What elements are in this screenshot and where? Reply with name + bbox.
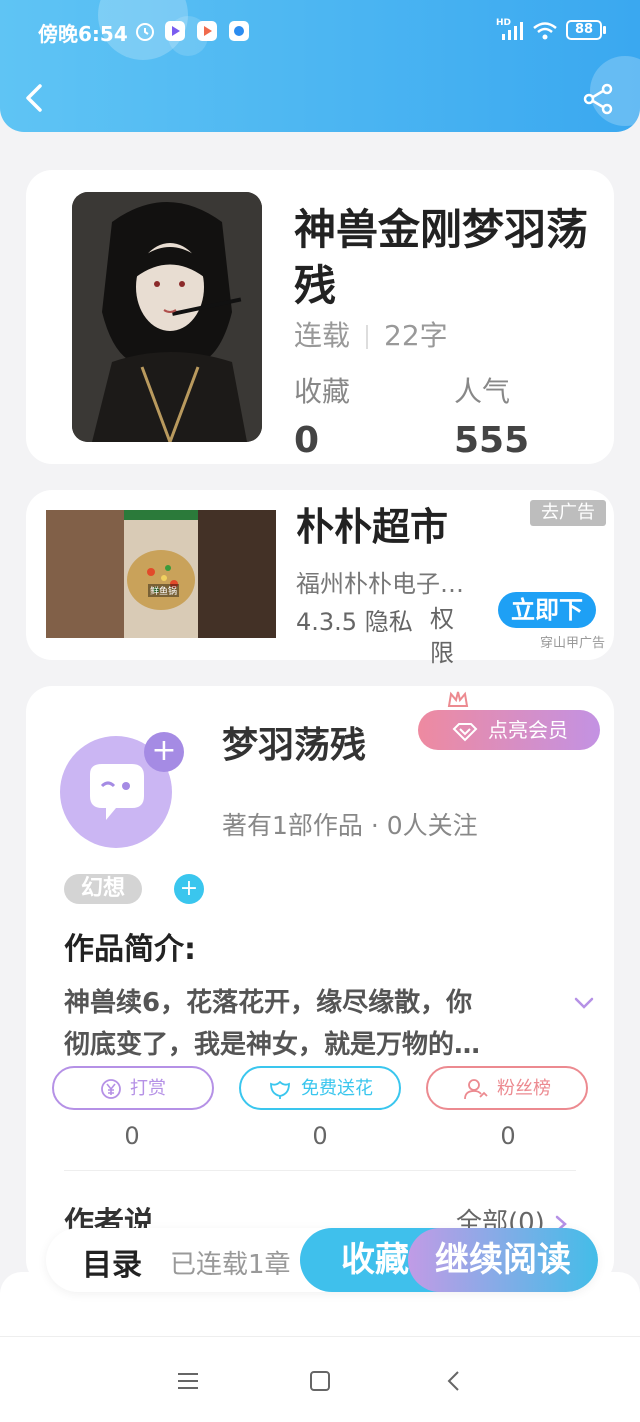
book-info-card: 神兽金刚梦羽荡残 连载 22字 收藏 人气 0 555: [26, 170, 614, 464]
food-photo: [46, 510, 276, 638]
battery-level: 88: [574, 22, 594, 37]
back-button[interactable]: [20, 78, 56, 118]
tip-label: 打赏: [130, 1078, 166, 1099]
ad-company: 福州朴朴电子…: [296, 570, 464, 598]
flower-label: 免费送花: [301, 1078, 373, 1099]
popularity-label: 人气: [454, 375, 511, 408]
ad-title: 朴朴超市: [296, 505, 449, 549]
ad-version-privacy[interactable]: 4.3.5 隐私: [296, 602, 413, 637]
book-cover[interactable]: [72, 192, 262, 442]
send-flower-button[interactable]: 免费送花: [239, 1066, 401, 1110]
ad-source: 穿山甲广告: [540, 636, 606, 651]
chevron-left-icon: [26, 84, 42, 112]
add-tag-button[interactable]: +: [174, 874, 204, 904]
video-app-icon: [165, 21, 185, 41]
share-button[interactable]: [582, 82, 616, 116]
book-status: 连载: [294, 319, 351, 352]
ad-image[interactable]: 鲜鱼锅: [46, 510, 276, 638]
fan-count: 0: [500, 1122, 516, 1150]
bottom-action-bar: 目录 已连载1章 收藏 继续阅读: [46, 1228, 598, 1292]
popularity-value: 555: [454, 420, 530, 461]
follow-plus-button[interactable]: +: [144, 732, 184, 772]
ad-download-button[interactable]: 立即下: [498, 592, 596, 628]
fan-ranking-label: 粉丝榜: [497, 1078, 551, 1099]
author-name: 梦羽荡残: [222, 725, 367, 766]
yen-icon: [101, 1079, 121, 1099]
intro-line: 彻底变了，我是神女，就是万物的…: [64, 1030, 481, 1060]
top-header: 傍晚6:54 HD 88: [0, 0, 640, 132]
fan-ranking-button[interactable]: 粉丝榜: [426, 1066, 588, 1110]
ad-card[interactable]: 鲜鱼锅 朴朴超市 去广告 福州朴朴电子… 4.3.5 隐私 权限 立即下 穿山甲…: [26, 490, 614, 667]
status-time: 傍晚6:54: [38, 22, 128, 46]
vip-button-label: 点亮会员: [488, 718, 568, 742]
close-ad-tag[interactable]: 去广告: [530, 500, 606, 526]
home-icon[interactable]: [306, 1367, 334, 1395]
video-app-icon: [197, 21, 217, 41]
user-rank-icon: [464, 1079, 488, 1100]
menu-icon[interactable]: [174, 1367, 202, 1395]
vip-button[interactable]: 点亮会员: [418, 710, 600, 750]
flower-icon: [270, 1080, 290, 1099]
battery-icon: 88: [566, 20, 602, 40]
back-nav-icon[interactable]: [440, 1367, 468, 1395]
chapter-status: 已连载1章: [170, 1250, 291, 1280]
status-bar: 傍晚6:54 HD 88: [0, 14, 640, 50]
ad-permission[interactable]: 权限: [430, 602, 460, 670]
continue-reading-button[interactable]: 继续阅读: [408, 1228, 598, 1292]
book-title: 神兽金刚梦羽荡残: [294, 205, 589, 310]
chevron-down-icon[interactable]: [572, 994, 596, 1012]
divider: [64, 1170, 576, 1171]
genre-tag[interactable]: 幻想: [64, 874, 142, 904]
share-icon: [583, 83, 613, 115]
intro-line: 神兽续6，花落花开，缘尽缘散，你: [64, 988, 473, 1018]
system-nav-bar: [0, 1336, 640, 1422]
book-meta: 连载 22字: [294, 314, 448, 354]
catalog-button[interactable]: 目录: [82, 1240, 142, 1284]
author-stats: 著有1部作品 · 0人关注: [222, 811, 478, 840]
flower-count: 0: [312, 1122, 328, 1150]
tip-button[interactable]: 打赏: [52, 1066, 214, 1110]
battery-tip: [603, 26, 606, 34]
chat-app-icon: [229, 21, 249, 41]
intro-heading: 作品简介:: [64, 932, 196, 967]
intro-text[interactable]: 神兽续6，花落花开，缘尽缘散，你 彻底变了，我是神女，就是万物的…: [64, 982, 544, 1066]
crown-icon: [447, 691, 469, 707]
favorites-label: 收藏: [294, 375, 351, 408]
divider: [366, 325, 369, 349]
favorites-value: 0: [294, 420, 320, 461]
ad-image-badge: 鲜鱼锅: [148, 584, 180, 597]
wifi-icon: [533, 22, 557, 40]
diamond-icon: [452, 722, 478, 741]
signal-icon: [502, 22, 523, 40]
tip-count: 0: [124, 1122, 140, 1150]
book-word-count: 22字: [384, 319, 448, 352]
cover-illustration: [72, 192, 262, 442]
alarm-icon: [136, 23, 154, 41]
author-card: + 梦羽荡残 点亮会员 著有1部作品 · 0人关注 幻想 + 作品简介: 神兽续…: [26, 686, 614, 1286]
